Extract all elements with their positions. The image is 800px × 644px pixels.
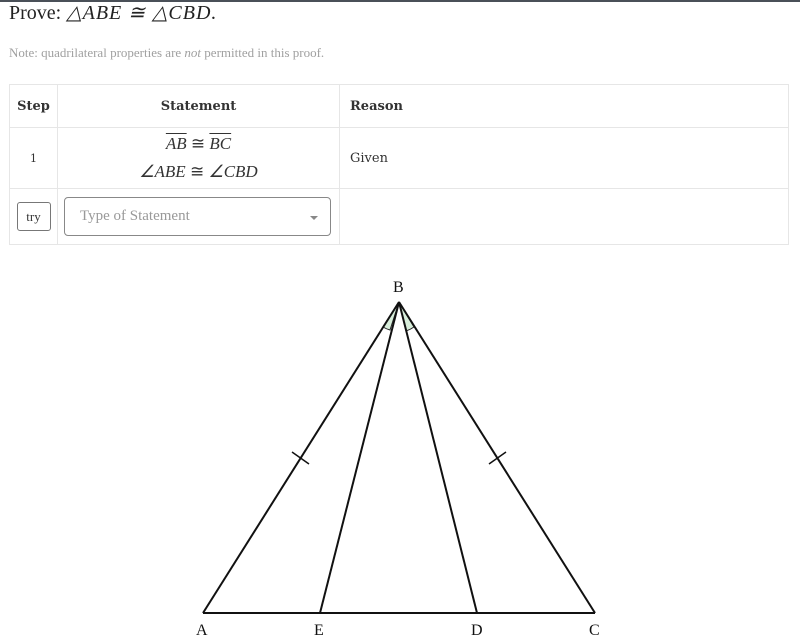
point-label-c: C (589, 622, 600, 639)
point-label-e: E (314, 622, 324, 639)
statement-type-dropdown[interactable]: Type of Statement (64, 197, 331, 236)
triangle-diagram: B A E D C (196, 279, 600, 639)
statement-line-segments: AB ≅ BC (59, 130, 338, 158)
tick-mark-bc (488, 451, 507, 465)
statement-cell: AB ≅ BC ∠ABE ≅ ∠CBD (57, 127, 340, 189)
statement-line-angles: ∠ABE ≅ ∠CBD (59, 158, 338, 186)
prove-heading: Prove: △ABE ≅ △CBD. (9, 0, 217, 25)
point-label-d: D (471, 622, 483, 639)
input-row: try Type of Statement (9, 188, 789, 245)
try-button[interactable]: try (16, 202, 51, 231)
header-statement: Statement (57, 84, 340, 128)
segment-bd-line (398, 301, 478, 614)
proof-note: Note: quadrilateral properties are not p… (9, 45, 324, 61)
dropdown-placeholder: Type of Statement (80, 208, 190, 224)
header-reason: Reason (339, 84, 789, 128)
congruent-symbol: ≅ (189, 162, 205, 181)
segment-bc: BC (209, 134, 232, 153)
segment-ab: AB (165, 134, 187, 153)
note-prefix: Note: quadrilateral properties are (9, 45, 185, 60)
table-header-row: Step Statement Reason (9, 84, 789, 128)
note-emphasis: not (184, 45, 202, 60)
note-suffix: permitted in this proof. (201, 45, 325, 60)
statement-input-cell: Type of Statement (57, 188, 340, 245)
point-label-a: A (196, 622, 208, 639)
step-number: 1 (9, 127, 58, 189)
proof-table: Step Statement Reason 1 AB ≅ BC ∠ABE ≅ ∠… (9, 84, 789, 245)
angle-abe: ∠ABE (139, 162, 186, 181)
point-label-b: B (393, 279, 404, 296)
segment-be-line (319, 301, 400, 614)
tick-mark-ab (291, 451, 310, 465)
prove-statement: △ABE ≅ △CBD. (66, 2, 218, 24)
congruent-symbol: ≅ (190, 134, 206, 153)
chevron-down-icon (310, 216, 318, 220)
reason-input-cell (339, 188, 789, 245)
try-cell: try (9, 188, 58, 245)
table-row: 1 AB ≅ BC ∠ABE ≅ ∠CBD Given (9, 127, 789, 189)
reason-cell: Given (339, 127, 789, 189)
angle-cbd: ∠CBD (208, 162, 258, 181)
prove-label: Prove: (9, 2, 62, 24)
header-step: Step (9, 84, 58, 128)
